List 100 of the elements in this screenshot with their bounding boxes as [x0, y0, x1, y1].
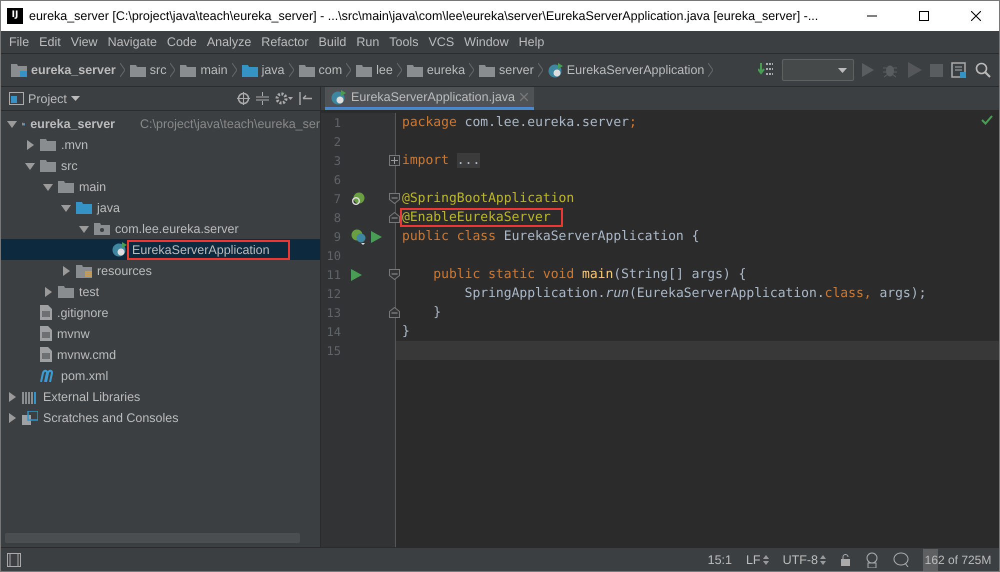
inspector-icon[interactable]: [865, 552, 879, 568]
search-icon[interactable]: [975, 62, 991, 78]
build-icon[interactable]: [758, 62, 774, 78]
menu-item[interactable]: Edit: [34, 35, 66, 49]
tree-row[interactable]: pom.xml: [1, 365, 320, 386]
tree-row[interactable]: src: [1, 155, 320, 176]
menu-item[interactable]: View: [66, 35, 103, 49]
project-structure-icon[interactable]: [951, 62, 967, 78]
collapsed-arrow-icon[interactable]: [25, 140, 35, 150]
expanded-arrow-icon[interactable]: [79, 224, 89, 234]
breadcrumb[interactable]: eureka: [406, 63, 470, 77]
tree-row[interactable]: Scratches and Consoles: [1, 407, 320, 428]
menu-item[interactable]: VCS: [423, 35, 460, 49]
expanded-arrow-icon[interactable]: [43, 182, 53, 192]
run-icon[interactable]: [371, 230, 382, 242]
tree-item-label: External Libraries: [42, 388, 142, 406]
expanded-arrow-icon[interactable]: [61, 203, 71, 213]
menu-item[interactable]: Build: [314, 35, 352, 49]
menu-item[interactable]: Analyze: [202, 35, 256, 49]
collapsed-arrow-icon[interactable]: [7, 392, 17, 402]
collapsed-arrow-icon[interactable]: [7, 413, 17, 423]
menu-item[interactable]: Code: [162, 35, 202, 49]
menu-item[interactable]: Tools: [384, 35, 424, 49]
hide-panel-icon[interactable]: [299, 92, 312, 105]
folder-icon: [130, 64, 146, 76]
editor-tab[interactable]: EurekaServerApplication.java: [325, 87, 534, 110]
breadcrumb[interactable]: server: [479, 63, 538, 77]
check-icon: [981, 115, 993, 125]
code-line: package com.lee.eureka.server;: [401, 114, 638, 132]
folder-icon: [40, 138, 56, 151]
fold-collapse-icon[interactable]: [389, 269, 400, 280]
expanded-arrow-icon[interactable]: [7, 119, 17, 129]
tree-row[interactable]: test: [1, 281, 320, 302]
code-line: }: [432, 304, 442, 322]
menu-item[interactable]: Refactor: [256, 35, 314, 49]
caret-icon: [70, 96, 80, 101]
breadcrumb[interactable]: main: [180, 63, 232, 77]
tree-row[interactable]: mvnw: [1, 323, 320, 344]
tree-item-label: mvnw: [56, 326, 91, 342]
tree-row[interactable]: EurekaServerApplication: [1, 239, 320, 260]
event-log-icon[interactable]: [893, 552, 909, 567]
collapsed-arrow-icon[interactable]: [43, 287, 53, 297]
line-separator[interactable]: LF: [746, 552, 769, 566]
folder-icon: [40, 159, 56, 172]
fold-expand-icon[interactable]: [389, 155, 400, 166]
maximize-icon: [919, 11, 929, 21]
menu-item[interactable]: File: [4, 35, 34, 49]
tree-row[interactable]: com.lee.eureka.server: [1, 218, 320, 239]
class-icon: [548, 62, 563, 78]
tree-row[interactable]: External Libraries: [1, 386, 320, 407]
menu-item[interactable]: Navigate: [102, 35, 162, 49]
file-encoding[interactable]: UTF-8: [782, 552, 826, 566]
code-line: }: [401, 323, 411, 341]
memory-indicator[interactable]: 162 of 725M: [923, 548, 993, 570]
locate-icon[interactable]: [237, 92, 250, 105]
expanded-arrow-icon[interactable]: [25, 161, 35, 171]
breadcrumb[interactable]: lee: [356, 63, 397, 77]
breadcrumb[interactable]: EurekaServerApplication: [548, 62, 708, 78]
module-path: C:\project\java\teach\eureka_ser: [140, 116, 320, 130]
project-icon: [9, 92, 24, 105]
file-icon: [40, 347, 52, 362]
lock-icon[interactable]: [840, 554, 851, 566]
spring-bean-icon[interactable]: [351, 192, 365, 206]
tree-item-label: EurekaServerApplication: [127, 240, 290, 260]
file-icon: [40, 326, 52, 341]
tree-item-label: resources: [96, 262, 153, 280]
source-folder-icon: [76, 201, 92, 214]
menu-item[interactable]: Run: [351, 35, 384, 49]
tree-row[interactable]: resources: [1, 260, 320, 281]
tree-item-label: java: [96, 200, 121, 217]
settings-icon[interactable]: [275, 92, 293, 105]
breadcrumb[interactable]: com: [298, 63, 346, 77]
chevron-icon: [538, 63, 543, 77]
collapsed-arrow-icon[interactable]: [61, 266, 71, 276]
tree-row[interactable]: main: [1, 176, 320, 197]
folder-icon: [406, 64, 423, 76]
caret-position[interactable]: 15:1: [708, 552, 732, 566]
breadcrumb[interactable]: src: [130, 63, 170, 77]
tree-item-label: main: [78, 178, 108, 196]
project-view-selector[interactable]: Project: [9, 92, 80, 106]
collapse-all-icon[interactable]: [256, 92, 269, 105]
module-folder-icon: [11, 63, 27, 77]
menu-item[interactable]: Window: [459, 35, 514, 49]
code-line: public class EurekaServerApplication {: [401, 228, 700, 246]
menu-item[interactable]: Help: [514, 35, 550, 49]
tree-row[interactable]: .mvn: [1, 134, 320, 155]
spring-class-icon[interactable]: [351, 228, 367, 244]
fold-collapse-icon[interactable]: [389, 193, 400, 204]
breadcrumb[interactable]: java: [242, 63, 288, 77]
close-icon: [971, 11, 981, 21]
tree-row[interactable]: .gitignore: [1, 302, 320, 323]
tool-windows-icon[interactable]: [7, 552, 21, 566]
tree-row[interactable]: java: [1, 197, 320, 218]
breadcrumb[interactable]: eureka_server: [11, 63, 120, 77]
tree-row[interactable]: eureka_server C:\project\java\teach\eureka_ser: [1, 113, 320, 134]
run-icon[interactable]: [351, 268, 362, 280]
folder-icon: [58, 180, 74, 193]
fold-end-icon[interactable]: [389, 212, 400, 223]
tree-row[interactable]: mvnw.cmd: [1, 344, 320, 365]
fold-end-icon[interactable]: [389, 307, 400, 318]
